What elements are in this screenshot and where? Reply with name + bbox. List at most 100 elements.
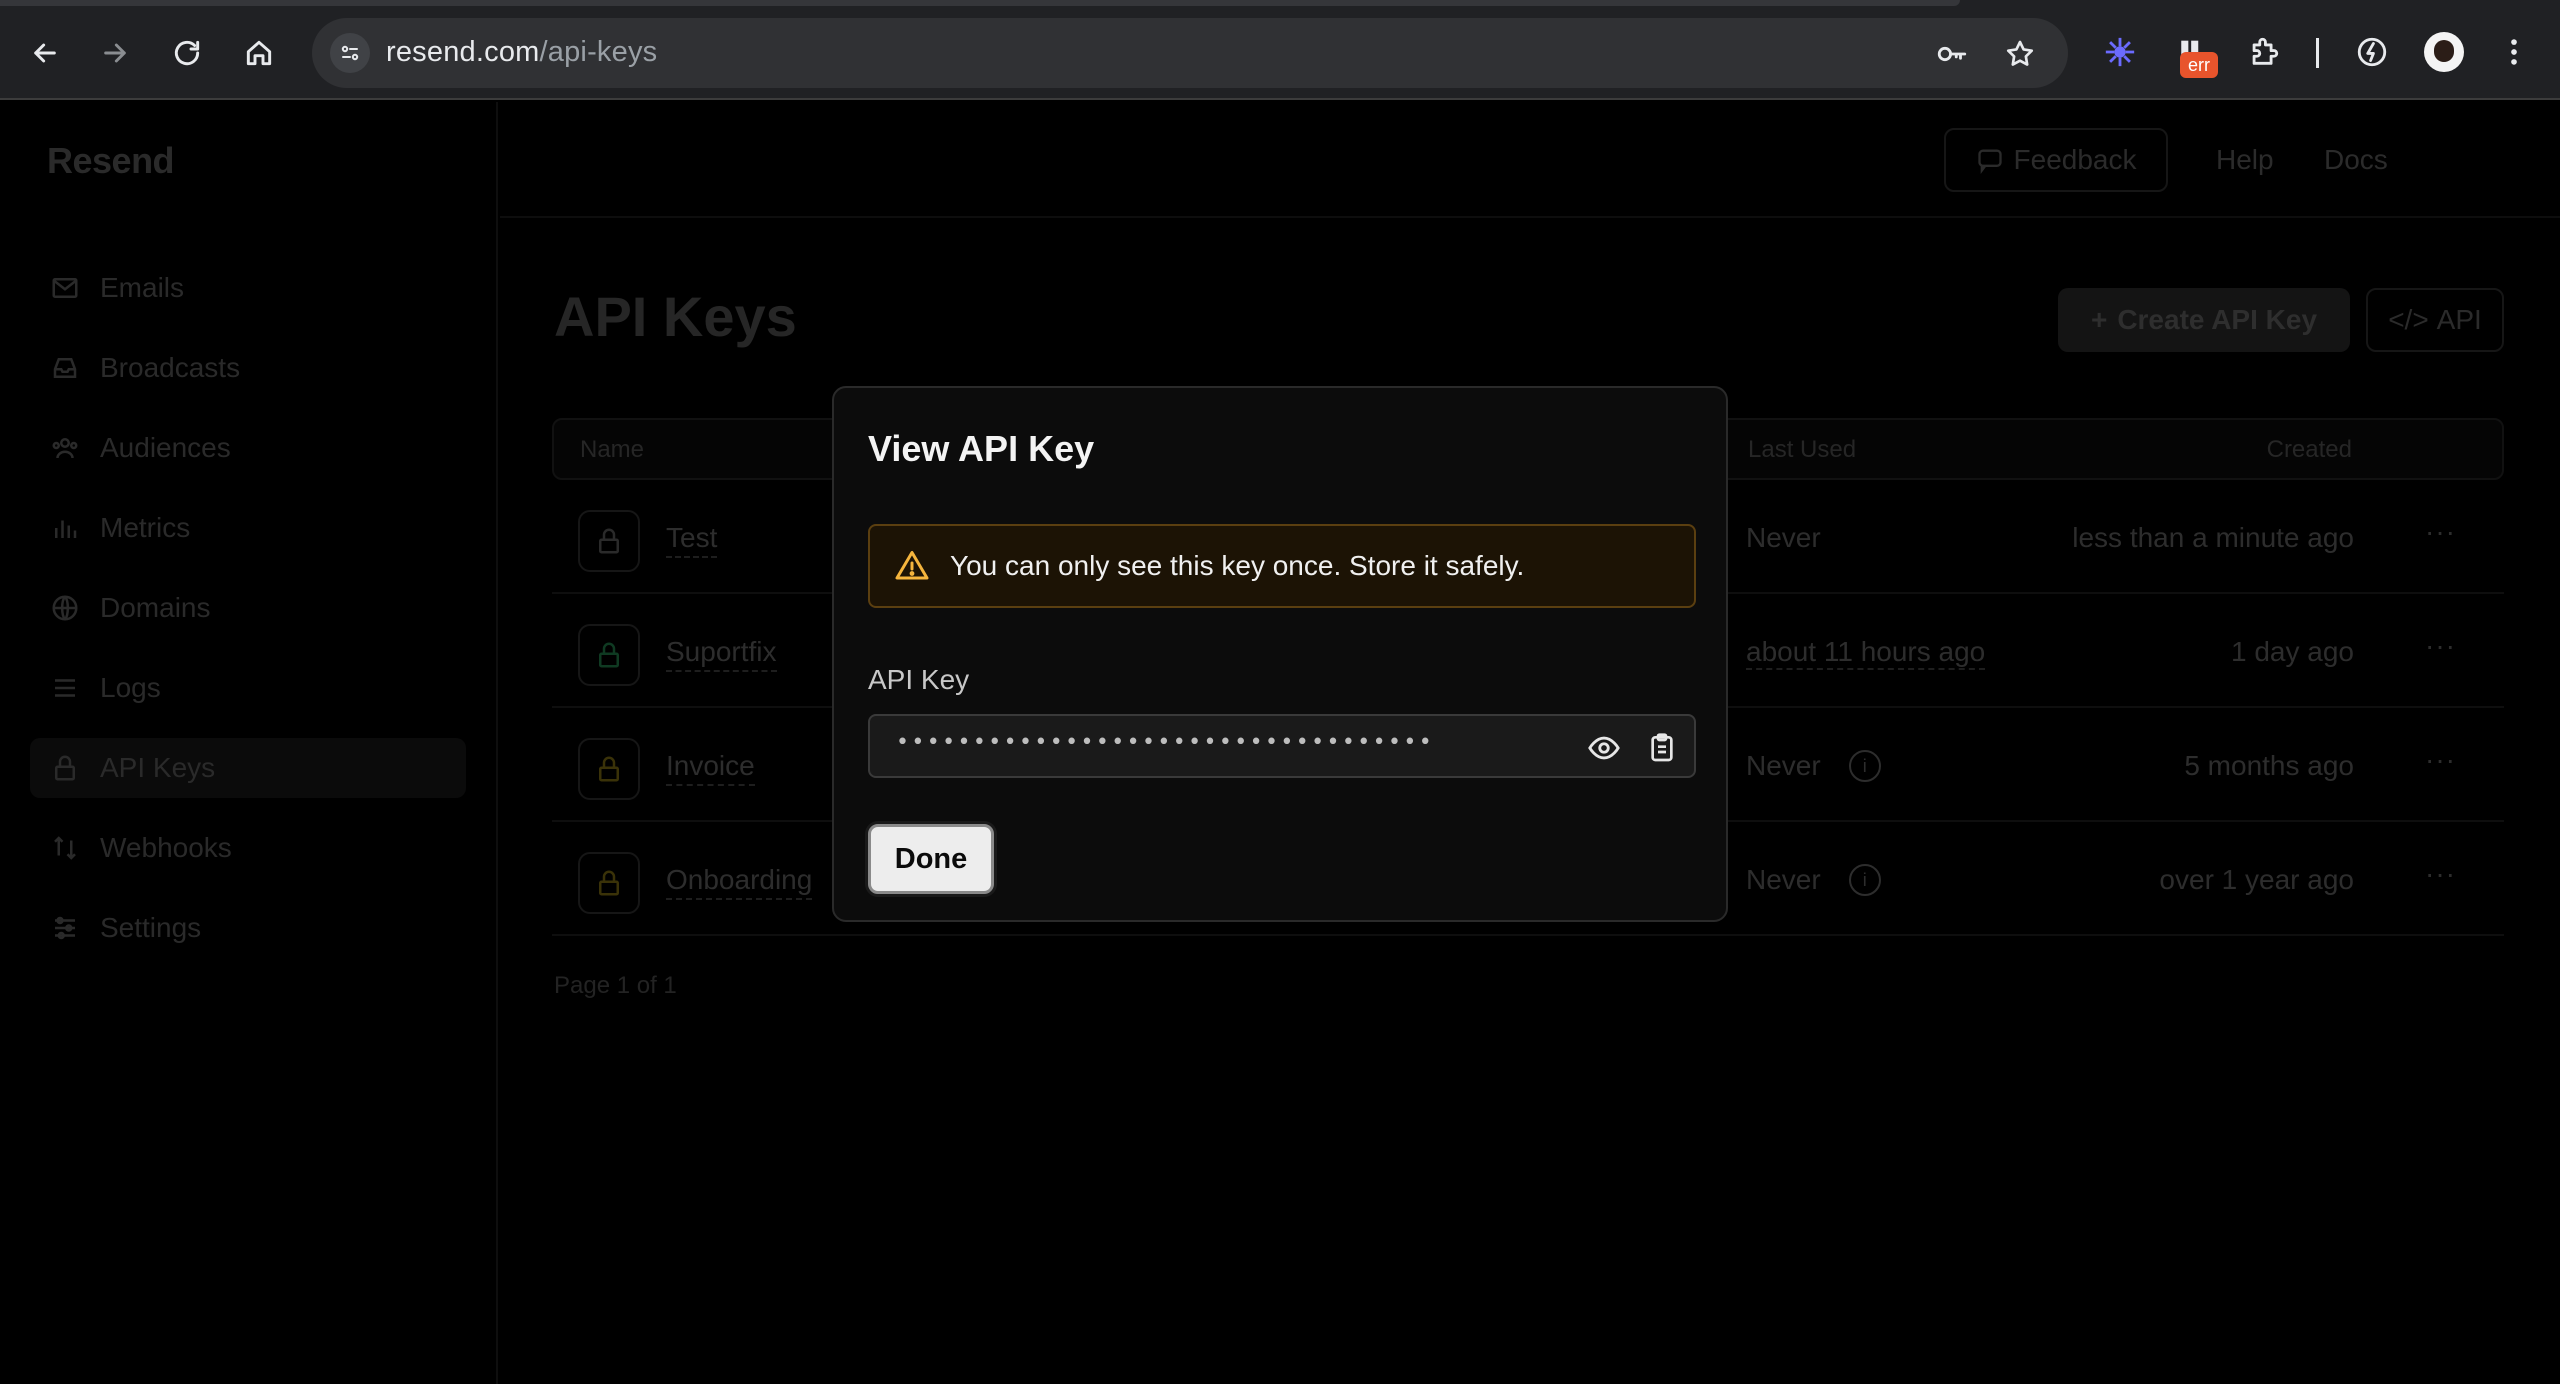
key-icon[interactable] <box>1934 36 1970 72</box>
sidebar-item-label: Logs <box>100 672 161 703</box>
sidebar-item-label: API Keys <box>100 752 216 783</box>
created-value: over 1 year ago <box>2159 864 2354 895</box>
clipboard-icon[interactable] <box>1644 730 1680 766</box>
plus-icon: + <box>2090 304 2108 335</box>
info-icon[interactable]: i <box>1848 750 1881 782</box>
code-icon: </> <box>2388 304 2429 335</box>
column-last-used: Last Used <box>1748 436 1857 463</box>
last-used-cell: Never <box>1746 522 1821 554</box>
bar-chart-icon <box>48 511 82 545</box>
globe-icon <box>48 591 82 625</box>
webhook-icon <box>48 831 82 865</box>
info-icon[interactable]: i <box>1848 864 1881 896</box>
sliders-icon <box>48 911 82 945</box>
last-used-cell: about 11 hours ago <box>1746 636 1986 670</box>
created-value: 5 months ago <box>2184 750 2354 781</box>
help-link[interactable]: Help <box>2216 144 2274 176</box>
address-bar[interactable]: resend.com/api-keys <box>312 18 2068 88</box>
sidebar-item-label: Webhooks <box>100 832 232 863</box>
arrow-left-icon <box>34 43 56 63</box>
mail-icon <box>48 271 82 305</box>
lock-icon <box>578 624 640 686</box>
sidebar-item-label: Metrics <box>100 512 191 543</box>
dialog-title: View API Key <box>868 428 1095 469</box>
done-button[interactable]: Done <box>868 824 994 894</box>
pagination-text: Page 1 of 1 <box>554 972 677 999</box>
reload-button[interactable] <box>164 30 210 76</box>
site-info-icon[interactable] <box>330 33 370 73</box>
extensions-puzzle-icon[interactable] <box>2242 30 2286 74</box>
tab-strip <box>0 0 1960 6</box>
row-menu-icon[interactable]: ··· <box>2425 744 2456 776</box>
sidebar-item-audiences[interactable]: Audiences <box>30 418 466 478</box>
sidebar-item-api-keys[interactable]: API Keys <box>30 738 466 798</box>
menu-kebab-icon[interactable] <box>2492 30 2536 74</box>
toolbar-divider <box>2316 38 2319 68</box>
lock-icon <box>578 852 640 914</box>
reload-icon <box>174 40 200 66</box>
feedback-button[interactable]: Feedback <box>1944 128 2168 192</box>
sidebar-item-webhooks[interactable]: Webhooks <box>30 818 466 878</box>
extension-error-badge: err <box>2180 52 2218 78</box>
sidebar-item-domains[interactable]: Domains <box>30 578 466 638</box>
last-used-value: Never <box>1746 864 1821 895</box>
key-name[interactable]: Invoice <box>666 750 755 786</box>
sidebar-item-settings[interactable]: Settings <box>30 898 466 958</box>
api-key-masked-value: ••••••••••••••••••••••••••••••••••• <box>896 730 1435 755</box>
column-name: Name <box>580 436 645 463</box>
api-button[interactable]: </> API <box>2366 288 2504 352</box>
key-name[interactable]: Suportfix <box>666 636 777 672</box>
key-name[interactable]: Onboarding <box>666 864 813 900</box>
warning-text: You can only see this key once. Store it… <box>950 550 1525 581</box>
resend-logo[interactable]: Resend <box>47 140 175 182</box>
lock-icon <box>578 510 640 572</box>
api-key-field[interactable]: ••••••••••••••••••••••••••••••••••• <box>868 714 1696 778</box>
forward-button[interactable] <box>92 30 138 76</box>
broadcast-icon <box>48 351 82 385</box>
warning-triangle-icon <box>892 546 932 586</box>
sidebar-item-label: Domains <box>100 592 211 623</box>
key-name[interactable]: Test <box>666 522 718 558</box>
row-menu-icon[interactable]: ··· <box>2425 630 2456 662</box>
list-icon <box>48 671 82 705</box>
sidebar-item-label: Broadcasts <box>100 352 241 383</box>
sidebar-item-broadcasts[interactable]: Broadcasts <box>30 338 466 398</box>
sidebar-item-label: Emails <box>100 272 185 303</box>
sidebar: Resend Emails Broadcasts Audiences Metri… <box>0 102 498 1384</box>
browser-toolbar: resend.com/api-keys err <box>0 0 2560 100</box>
sidebar-item-metrics[interactable]: Metrics <box>30 498 466 558</box>
create-api-key-button[interactable]: + Create API Key <box>2058 288 2350 352</box>
performance-icon[interactable] <box>2350 30 2394 74</box>
docs-link[interactable]: Docs <box>2324 144 2388 176</box>
back-button[interactable] <box>22 30 68 76</box>
topbar: Feedback Help Docs <box>500 102 2560 218</box>
last-used-value: about 11 hours ago <box>1746 636 1986 670</box>
column-created: Created <box>2266 436 2352 463</box>
warning-callout: You can only see this key once. Store it… <box>868 524 1696 608</box>
profile-avatar[interactable] <box>2424 32 2464 72</box>
sidebar-item-emails[interactable]: Emails <box>30 258 466 318</box>
last-used-cell: Never i <box>1746 864 1881 896</box>
created-value: less than a minute ago <box>2072 522 2354 553</box>
home-icon <box>246 40 272 66</box>
feedback-label: Feedback <box>2013 144 2137 175</box>
lock-icon <box>578 738 640 800</box>
api-label: API <box>2436 304 2482 335</box>
api-key-label: API Key <box>868 664 970 695</box>
page-title: API Keys <box>554 285 797 348</box>
row-menu-icon[interactable]: ··· <box>2425 858 2456 890</box>
chat-icon <box>1977 149 2002 174</box>
sidebar-item-logs[interactable]: Logs <box>30 658 466 718</box>
eye-icon[interactable] <box>1586 730 1622 766</box>
arrow-right-icon <box>104 43 126 63</box>
home-button[interactable] <box>236 30 282 76</box>
last-used-value: Never <box>1746 522 1821 553</box>
lock-icon <box>48 751 82 785</box>
extension-sparkle-icon[interactable] <box>2098 30 2142 74</box>
row-menu-icon[interactable]: ··· <box>2425 516 2456 548</box>
star-icon[interactable] <box>2002 36 2038 72</box>
last-used-cell: Never i <box>1746 750 1881 782</box>
url-text: resend.com/api-keys <box>386 36 658 68</box>
view-api-key-dialog: View API Key You can only see this key o… <box>832 386 1728 922</box>
last-used-value: Never <box>1746 750 1821 781</box>
